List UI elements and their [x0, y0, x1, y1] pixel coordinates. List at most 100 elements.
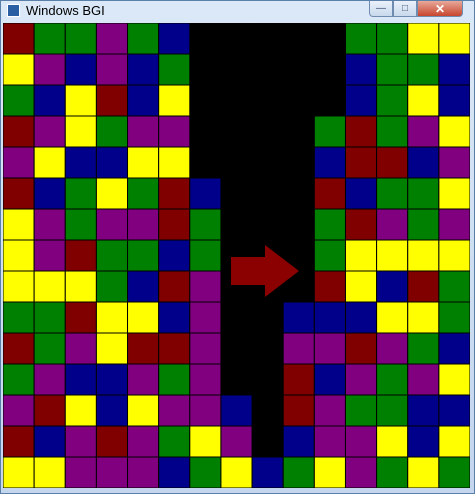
tile: [438, 456, 470, 488]
window-title: Windows BGI: [26, 3, 105, 18]
tile: [344, 270, 378, 303]
tile: [158, 394, 191, 427]
tile: [438, 84, 470, 117]
tile: [313, 115, 346, 148]
tile: [3, 363, 35, 396]
tile: [95, 177, 129, 210]
tile: [344, 394, 378, 427]
tile: [344, 208, 378, 241]
tile: [438, 239, 470, 272]
tile: [407, 84, 440, 117]
tile: [95, 456, 129, 488]
tile: [3, 456, 35, 488]
app-icon: [7, 4, 20, 17]
tile: [220, 456, 253, 488]
close-button[interactable]: ✕: [417, 1, 463, 17]
tile: [313, 146, 346, 179]
tile: [64, 332, 97, 365]
tile: [3, 394, 35, 427]
tile: [313, 425, 346, 458]
tile: [189, 332, 222, 365]
tile: [407, 363, 440, 396]
tile: [313, 363, 346, 396]
tile: [158, 332, 191, 365]
tile: [127, 23, 160, 55]
tile: [376, 425, 409, 458]
tile: [344, 239, 378, 272]
tile: [127, 394, 160, 427]
title-bar[interactable]: Windows BGI — □ ✕: [1, 1, 474, 21]
tile: [95, 53, 129, 86]
tile: [127, 115, 160, 148]
tile: [158, 23, 191, 55]
tile: [220, 425, 253, 458]
tile: [282, 394, 315, 427]
tile: [344, 53, 378, 86]
tile: [407, 456, 440, 488]
tile: [407, 394, 440, 427]
tile: [95, 84, 129, 117]
tile: [95, 363, 129, 396]
tile: [282, 425, 315, 458]
tile: [376, 270, 409, 303]
bgi-canvas[interactable]: [3, 23, 470, 488]
tile: [189, 208, 222, 241]
tile: [344, 332, 378, 365]
tile: [407, 332, 440, 365]
tile: [95, 208, 129, 241]
tile: [407, 146, 440, 179]
tile: [407, 53, 440, 86]
tile: [158, 270, 191, 303]
tile: [95, 301, 129, 334]
tile: [189, 363, 222, 396]
tile: [64, 456, 97, 488]
tile: [127, 332, 160, 365]
tile: [189, 456, 222, 488]
tile: [64, 394, 97, 427]
tile: [376, 208, 409, 241]
tile: [376, 84, 409, 117]
tile: [3, 301, 35, 334]
tile: [189, 394, 222, 427]
tile: [313, 456, 346, 488]
tile: [376, 239, 409, 272]
tile: [407, 239, 440, 272]
tile: [407, 177, 440, 210]
tile: [95, 270, 129, 303]
tile: [282, 363, 315, 396]
tile: [95, 115, 129, 148]
tile: [64, 239, 97, 272]
minimize-button[interactable]: —: [369, 1, 393, 17]
tile: [127, 301, 160, 334]
tile: [313, 177, 346, 210]
tile: [438, 425, 470, 458]
tile: [438, 332, 470, 365]
tile: [158, 115, 191, 148]
tile: [33, 425, 66, 458]
tile: [313, 394, 346, 427]
tile: [313, 270, 346, 303]
tile: [64, 23, 97, 55]
tile: [158, 239, 191, 272]
maximize-button[interactable]: □: [393, 1, 417, 17]
tile: [313, 332, 346, 365]
tile: [438, 115, 470, 148]
tile: [64, 270, 97, 303]
tile: [95, 394, 129, 427]
tile: [3, 177, 35, 210]
tile: [127, 456, 160, 488]
minimize-icon: —: [376, 3, 386, 14]
tile: [376, 301, 409, 334]
tile: [127, 53, 160, 86]
tile: [438, 177, 470, 210]
tile: [158, 146, 191, 179]
tile: [344, 425, 378, 458]
tile: [313, 239, 346, 272]
maximize-icon: □: [401, 3, 409, 14]
tile: [33, 23, 66, 55]
tile: [376, 332, 409, 365]
tile: [407, 23, 440, 55]
tile: [344, 301, 378, 334]
tile: [3, 239, 35, 272]
tile: [33, 177, 66, 210]
